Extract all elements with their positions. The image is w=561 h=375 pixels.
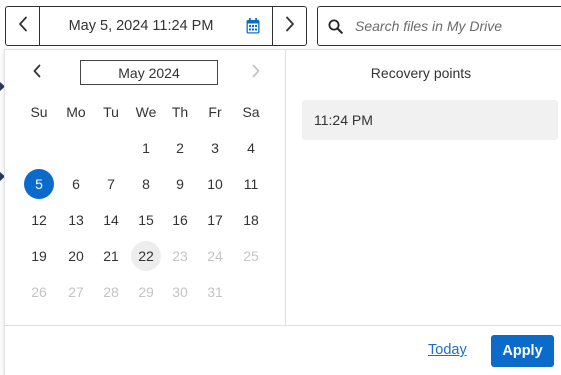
calendar-day: 24 — [207, 248, 223, 264]
calendar-day[interactable]: 20 — [61, 241, 91, 271]
calendar-day: 26 — [31, 284, 47, 300]
search-icon — [328, 19, 343, 34]
recovery-points-panel: Recovery points 11:24 PM — [286, 50, 561, 325]
apply-button[interactable]: Apply — [491, 335, 554, 367]
recovery-point-item[interactable]: 11:24 PM — [302, 100, 558, 140]
previous-date-button[interactable] — [6, 7, 40, 45]
date-time-field[interactable]: May 5, 2024 11:24 PM — [40, 7, 272, 45]
calendar-day[interactable]: 3 — [200, 133, 230, 163]
calendar-day: 25 — [243, 248, 259, 264]
weekday-label: Su — [30, 104, 48, 120]
next-date-button[interactable] — [272, 7, 306, 45]
calendar-day[interactable]: 1 — [131, 133, 161, 163]
calendar-day-selected[interactable]: 5 — [24, 169, 54, 199]
calendar-day[interactable]: 16 — [165, 205, 195, 235]
calendar-day[interactable]: 9 — [165, 169, 195, 199]
restore-date-picker-screen: May 5, 2024 11:24 PM Search files in My … — [0, 0, 561, 375]
search-box — [317, 6, 561, 46]
weekday-label: We — [135, 104, 157, 120]
month-year-selector[interactable]: May 2024 — [80, 60, 218, 85]
weekday-label: Tu — [103, 104, 119, 120]
date-time-value: May 5, 2024 11:24 PM — [68, 18, 214, 34]
weekday-label: Th — [171, 104, 189, 120]
chevron-left-icon — [18, 16, 28, 37]
calendar-day[interactable]: 19 — [24, 241, 54, 271]
chevron-left-icon — [32, 64, 42, 83]
footer-divider — [5, 325, 561, 326]
calendar-day[interactable]: 15 — [131, 205, 161, 235]
calendar-icon — [246, 18, 260, 38]
chevron-right-icon — [285, 16, 295, 37]
calendar-day[interactable]: 17 — [200, 205, 230, 235]
weekday-label: Fr — [208, 104, 222, 120]
calendar-day[interactable]: 10 — [200, 169, 230, 199]
calendar-day[interactable]: 21 — [96, 241, 126, 271]
calendar: May 2024 Su Mo Tu We Th Fr Sa 1 2 3 4 5 6 7 8 9 10 11 12 13… — [5, 50, 286, 325]
today-link[interactable]: Today — [428, 342, 467, 358]
calendar-day: 27 — [68, 284, 84, 300]
calendar-day[interactable]: 18 — [236, 205, 266, 235]
calendar-day[interactable]: 13 — [61, 205, 91, 235]
calendar-day: 30 — [172, 284, 188, 300]
calendar-day[interactable]: 4 — [236, 133, 266, 163]
calendar-day[interactable]: 11 — [236, 169, 266, 199]
calendar-day[interactable]: 2 — [165, 133, 195, 163]
weekday-label: Sa — [242, 104, 260, 120]
weekday-label: Mo — [66, 104, 86, 120]
previous-month-button[interactable] — [26, 62, 48, 84]
next-month-button — [245, 62, 267, 84]
calendar-day[interactable]: 14 — [96, 205, 126, 235]
calendar-day: 31 — [207, 284, 223, 300]
date-picker-popup: May 2024 Su Mo Tu We Th Fr Sa 1 2 3 4 5 6 7 8 9 10 11 12 13… — [4, 49, 561, 375]
recovery-points-title: Recovery points — [370, 65, 472, 81]
calendar-day[interactable]: 8 — [131, 169, 161, 199]
calendar-header: May 2024 — [5, 60, 286, 86]
chevron-right-icon — [251, 64, 261, 83]
calendar-day[interactable]: 7 — [96, 169, 126, 199]
calendar-day: 29 — [138, 284, 154, 300]
calendar-day: 23 — [172, 248, 188, 264]
search-input[interactable] — [355, 18, 555, 34]
calendar-day[interactable]: 6 — [61, 169, 91, 199]
calendar-day: 28 — [103, 284, 119, 300]
date-time-selector: May 5, 2024 11:24 PM — [5, 6, 307, 46]
calendar-day-today[interactable]: 22 — [131, 241, 161, 271]
calendar-day[interactable]: 12 — [24, 205, 54, 235]
